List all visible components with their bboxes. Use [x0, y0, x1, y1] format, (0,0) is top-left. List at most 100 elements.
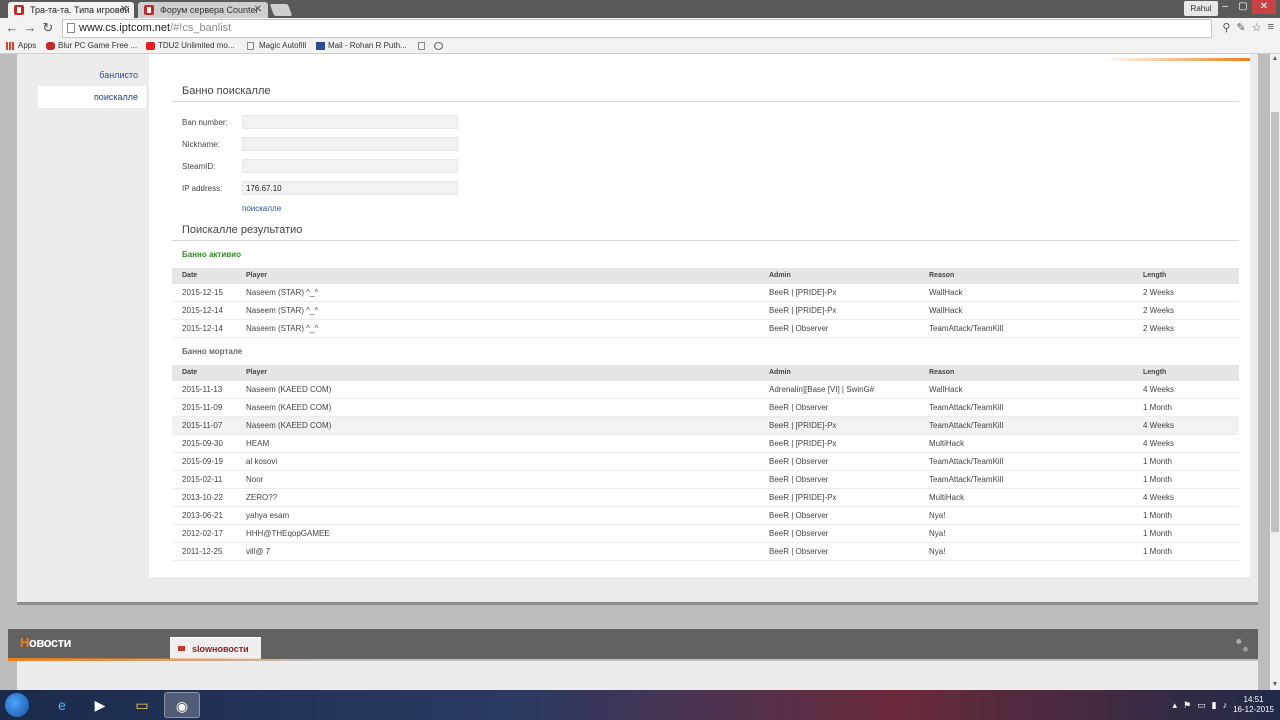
accent-bar	[1100, 58, 1250, 61]
table-row: 2015-09-30 HEAM BeeR | [PRIDE]-Px MultiHack…	[172, 435, 1239, 453]
mail-icon	[316, 42, 325, 50]
chrome-icon[interactable]: ◉	[164, 692, 200, 718]
cell-date: 2013-06-21	[182, 511, 223, 520]
tab-title: Тра-та-та. Типа игровой	[30, 5, 130, 15]
divider	[172, 101, 1239, 102]
new-tab-button[interactable]	[269, 4, 293, 16]
close-tab-icon[interactable]: ✕	[254, 2, 262, 18]
col-reason: Reason	[929, 369, 955, 376]
extension-icon[interactable]: ⚲	[1222, 21, 1230, 34]
news-title-rest: овости	[28, 635, 72, 650]
ie-icon[interactable]: e	[44, 692, 80, 718]
menu-icon[interactable]: ≡	[1268, 21, 1274, 34]
cell-reason: WallHack	[929, 306, 963, 315]
cell-date: 2015-09-30	[182, 439, 223, 448]
scroll-up-icon[interactable]: ▲	[1270, 54, 1280, 64]
action-center-icon[interactable]: ⚑	[1183, 700, 1191, 711]
bookmark-apps[interactable]: Apps	[6, 39, 36, 53]
cell-admin: BeeR | Observer	[769, 511, 829, 520]
cell-reason: WallHack	[929, 288, 963, 297]
cell-date: 2015-12-14	[182, 324, 223, 333]
table-row: 2015-12-14 Naseem (STAR) ^_^ BeeR | Observ…	[172, 320, 1239, 338]
address-bar[interactable]: www.cs.iptcom.net/#!cs_banlist	[62, 19, 1212, 38]
bookmark-blur[interactable]: Blur PC Game Free ...	[46, 39, 137, 53]
history-icon	[434, 42, 443, 50]
active-bans-title: Банно активио	[182, 250, 241, 259]
forward-arrow-icon[interactable]: →	[22, 20, 38, 36]
steamid-label: SteamID:	[182, 162, 216, 171]
ban-number-label: Ban number:	[182, 118, 228, 127]
extension-icon[interactable]: ✎	[1236, 21, 1245, 34]
table-row: 2015-12-14 Naseem (STAR) ^_^ BeeR | [PRIDE…	[172, 302, 1239, 320]
bookmark-label: TDU2 Unlimited mo...	[158, 41, 235, 50]
cell-player: yahya esam	[246, 511, 290, 520]
tab-inactive[interactable]: Форум сервера Counter- ✕	[138, 2, 268, 18]
toolbar-actions: ⚲ ✎ ☆ ≡	[1222, 21, 1274, 34]
cell-admin: BeeR | Observer	[769, 324, 829, 333]
reload-icon[interactable]: ↻	[40, 20, 56, 36]
cell-reason: TeamAttack/TeamKill	[929, 324, 1004, 333]
col-date: Date	[182, 272, 198, 279]
ip-address-input[interactable]	[242, 181, 458, 195]
sidebar-item-banlist[interactable]: банлисто	[38, 64, 146, 86]
cell-player: Naseem (STAR) ^_^	[246, 288, 319, 297]
cell-date: 2015-11-07	[182, 421, 223, 430]
table-row: 2015-11-09 Naseem (KAEED COM) BeeR | Obser…	[172, 399, 1239, 417]
cell-player: vill@ 7	[246, 547, 271, 556]
page-scrollbar[interactable]: ▲ ▼	[1270, 54, 1280, 690]
tab-active[interactable]: Тра-та-та. Типа игровой ✕	[8, 2, 134, 18]
minimize-icon[interactable]: –	[1216, 0, 1234, 14]
media-player-icon[interactable]: ▶	[82, 692, 118, 718]
start-button[interactable]	[4, 692, 30, 718]
cell-reason: TeamAttack/TeamKill	[929, 457, 1004, 466]
cell-date: 2015-11-09	[182, 403, 223, 412]
tab-slow-news[interactable]: slowновости	[170, 637, 261, 659]
table-row: 2013-06-21 yahya esam BeeR | Observer Nya! 1…	[172, 507, 1239, 525]
cell-admin: BeeR | [PRIDE]-Px	[769, 493, 837, 502]
cell-admin: BeeR | [PRIDE]-Px	[769, 421, 837, 430]
apps-grid-icon	[6, 42, 15, 50]
search-title: Банно поискалле	[182, 85, 271, 97]
cell-date: 2013-10-22	[182, 493, 223, 502]
network-icon[interactable]: ▮	[1212, 700, 1217, 711]
maximize-icon[interactable]: ▢	[1234, 0, 1252, 14]
cell-length: 1 Month	[1143, 511, 1172, 520]
cell-length: 1 Month	[1143, 457, 1172, 466]
bookmark-label: Blur PC Game Free ...	[58, 41, 138, 50]
gamepad-icon	[46, 42, 55, 50]
bookmark-star-icon[interactable]: ☆	[1252, 21, 1262, 34]
nickname-input[interactable]	[242, 137, 458, 151]
search-submit-link[interactable]: поискалле	[242, 204, 281, 213]
close-tab-icon[interactable]: ✕	[120, 2, 128, 18]
volume-icon[interactable]: ♪	[1223, 700, 1228, 710]
cell-date: 2012-02-17	[182, 529, 223, 538]
sidebar-item-search[interactable]: поискалле	[38, 86, 146, 108]
bookmark-tdu2[interactable]: TDU2 Unlimited mo...	[146, 39, 234, 53]
cell-admin: BeeR | Observer	[769, 475, 829, 484]
folder-icon[interactable]: ▭	[124, 692, 160, 718]
ban-sidenav: банлисто поискалле	[38, 64, 146, 108]
cell-reason: TeamAttack/TeamKill	[929, 421, 1004, 430]
bookmark-magic-autofill[interactable]: Magic Autofill	[247, 39, 306, 53]
tray-expand-icon[interactable]: ▴	[1173, 700, 1178, 711]
ban-number-input[interactable]	[242, 115, 458, 129]
table-row: 2015-09-19 al kosovi BeeR | Observer TeamAt…	[172, 453, 1239, 471]
cell-length: 1 Month	[1143, 547, 1172, 556]
back-arrow-icon[interactable]: ←	[4, 20, 20, 36]
bookmark-mail[interactable]: Mail - Rohan R Puth...	[316, 39, 407, 53]
cell-length: 1 Month	[1143, 403, 1172, 412]
steamid-input[interactable]	[242, 159, 458, 173]
display-icon[interactable]: ▭	[1197, 700, 1206, 711]
window-close-icon[interactable]: ✕	[1252, 0, 1276, 14]
clock[interactable]: 14:51 16-12-2015	[1233, 695, 1274, 715]
site-favicon-icon	[14, 5, 24, 15]
news-header: Новости slowновости	[8, 629, 1258, 659]
url-path: /#!cs_banlist	[170, 22, 232, 34]
cell-length: 2 Weeks	[1143, 324, 1174, 333]
cell-player: Noor	[246, 475, 264, 484]
scrollbar-thumb[interactable]	[1271, 112, 1279, 532]
profile-button[interactable]: Rahul	[1184, 1, 1218, 16]
scroll-down-icon[interactable]: ▼	[1270, 680, 1280, 690]
page-icon	[418, 42, 425, 50]
cell-date: 2015-12-14	[182, 306, 223, 315]
